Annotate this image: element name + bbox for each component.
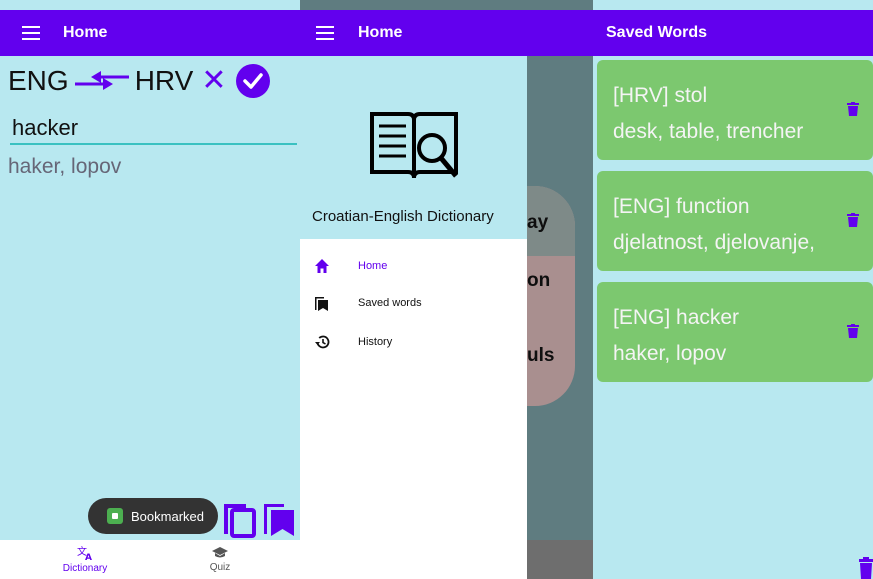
page-title: Home — [63, 24, 108, 41]
saved-words-screen: Saved Words [HRV] stol desk, table, tren… — [593, 0, 873, 579]
drawer-screen: Home ay on uls Croatian-English Dictiona… — [300, 0, 593, 579]
dictionary-book-icon — [370, 112, 458, 179]
translation-result: haker, lopov — [8, 155, 122, 178]
bookmark-icon — [315, 297, 328, 311]
top-app-bar: Home — [300, 10, 593, 56]
drawer-item-label: Saved words — [358, 297, 422, 309]
top-app-bar: Saved Words — [593, 10, 873, 56]
trash-icon[interactable] — [847, 102, 859, 116]
drawer-item-label: History — [358, 336, 393, 348]
source-language[interactable]: ENG — [8, 65, 69, 97]
drawer-item-saved-words[interactable]: Saved words — [300, 285, 527, 321]
target-language[interactable]: HRV — [135, 65, 194, 97]
check-circle-icon[interactable] — [236, 64, 271, 98]
app-icon — [107, 508, 123, 524]
language-row: ENG HRV ✕ — [8, 60, 271, 102]
background-fragment: on — [527, 270, 551, 291]
drawer-item-history[interactable]: History — [300, 324, 527, 360]
nav-dictionary[interactable]: 文 A Dictionary — [0, 540, 170, 579]
scrim-bottom-bar — [527, 540, 593, 579]
background-fragment: uls — [527, 345, 555, 366]
dictionary-screen: Home ENG HRV ✕ haker, lopov Bookmarked — [0, 0, 300, 579]
saved-word-card[interactable]: [ENG] function djelatnost, djelovanje, — [597, 171, 873, 271]
saved-word: [HRV] stol — [613, 84, 708, 107]
nav-quiz-label: Quiz — [209, 562, 231, 573]
saved-word-card[interactable]: [ENG] hacker haker, lopov — [597, 282, 873, 382]
page-title: Saved Words — [606, 24, 708, 41]
page-title: Home — [358, 24, 403, 41]
saved-word: [ENG] function — [613, 195, 750, 218]
search-input[interactable] — [10, 112, 297, 143]
nav-quiz[interactable]: Quiz — [170, 540, 270, 579]
close-icon[interactable]: ✕ — [201, 66, 226, 96]
swap-arrows-icon[interactable] — [73, 68, 131, 94]
nav-dictionary-label: Dictionary — [62, 563, 108, 574]
bookmark-icon[interactable] — [262, 498, 296, 538]
history-icon — [315, 335, 330, 349]
background-fragment: ay — [527, 212, 549, 233]
svg-text:A: A — [85, 553, 92, 561]
drawer-item-label: Home — [358, 260, 388, 272]
saved-word-card[interactable]: [HRV] stol desk, table, trencher — [597, 60, 873, 160]
graduation-cap-icon — [212, 547, 228, 558]
translate-icon: 文 A — [77, 545, 92, 561]
trash-icon[interactable] — [859, 557, 873, 579]
toast-label: Bookmarked — [131, 508, 204, 524]
saved-word-translation: djelatnost, djelovanje, — [613, 231, 815, 254]
trash-icon[interactable] — [847, 213, 859, 227]
bookmarked-toast: Bookmarked — [88, 498, 218, 534]
search-field[interactable] — [10, 112, 297, 145]
navigation-drawer: Croatian-English Dictionary Home Saved w… — [300, 56, 527, 579]
top-app-bar: Home — [0, 10, 300, 56]
copy-icon[interactable] — [222, 498, 256, 538]
app-name: Croatian-English Dictionary — [312, 208, 494, 225]
saved-word-translation: haker, lopov — [613, 342, 727, 365]
saved-word: [ENG] hacker — [613, 306, 740, 329]
drawer-item-home[interactable]: Home — [300, 248, 527, 284]
trash-icon[interactable] — [847, 324, 859, 338]
drawer-header: Croatian-English Dictionary — [300, 56, 527, 239]
saved-word-translation: desk, table, trencher — [613, 120, 804, 143]
hamburger-menu-icon[interactable] — [316, 26, 334, 40]
home-icon — [315, 259, 329, 273]
hamburger-menu-icon[interactable] — [22, 26, 40, 40]
bottom-navigation: 文 A Dictionary Quiz — [0, 540, 300, 579]
